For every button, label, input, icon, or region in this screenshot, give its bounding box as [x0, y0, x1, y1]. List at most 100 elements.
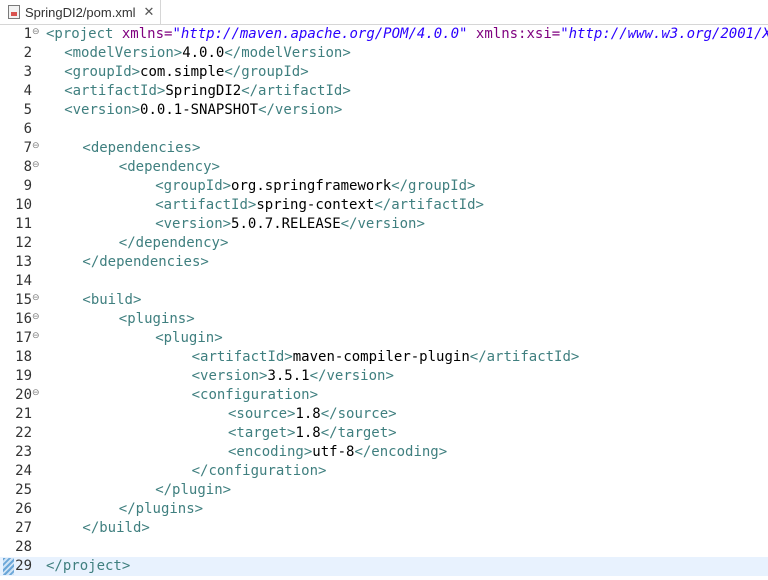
- code-line[interactable]: 15 ⊖ <build>: [0, 291, 768, 310]
- code-text: <build>: [82, 291, 141, 310]
- code-text: </plugin>: [155, 481, 231, 500]
- xml-tag: <artifactId>: [64, 83, 166, 99]
- code-line[interactable]: 5 <version>0.0.1-SNAPSHOT</version>: [0, 101, 768, 120]
- code-line[interactable]: 24 </configuration>: [0, 462, 768, 481]
- xml-tag: <version>: [155, 216, 232, 232]
- code-line[interactable]: 10 <artifactId>spring-context</artifactId…: [0, 196, 768, 215]
- xml-tag: <target>: [228, 425, 296, 441]
- code-line[interactable]: 6: [0, 120, 768, 139]
- fold-toggle-icon[interactable]: ⊖: [32, 387, 40, 399]
- code-text: </dependency>: [119, 234, 229, 253]
- xml-tag: </plugin>: [155, 482, 232, 498]
- code-line[interactable]: 25 </plugin>: [0, 481, 768, 500]
- code-text: <groupId>com.simple</groupId>: [64, 63, 308, 82]
- xml-tag: </encoding>: [354, 444, 448, 460]
- xml-text: 4.0.0: [182, 45, 225, 61]
- xml-tag: <configuration>: [191, 387, 319, 403]
- code-line[interactable]: 2 <modelVersion>4.0.0</modelVersion>: [0, 44, 768, 63]
- code-line[interactable]: 22 <target>1.8</target>: [0, 424, 768, 443]
- code-line[interactable]: 20 ⊖ <configuration>: [0, 386, 768, 405]
- code-line[interactable]: 4 <artifactId>SpringDI2</artifactId>: [0, 82, 768, 101]
- close-icon[interactable]: ✕: [144, 5, 155, 20]
- line-number: 20: [15, 387, 32, 403]
- code-line[interactable]: 3 <groupId>com.simple</groupId>: [0, 63, 768, 82]
- xml-source-editor[interactable]: 1 ⊖ <project xmlns="http://maven.apache.or…: [0, 25, 768, 580]
- xml-text: spring-context: [256, 197, 375, 213]
- fold-toggle-icon[interactable]: ⊖: [32, 292, 40, 304]
- code-line[interactable]: 1 ⊖ <project xmlns="http://maven.apache.or…: [0, 25, 768, 44]
- xml-text: SpringDI2: [165, 83, 242, 99]
- code-text: <modelVersion>4.0.0</modelVersion>: [64, 44, 351, 63]
- code-line[interactable]: 21 <source>1.8</source>: [0, 405, 768, 424]
- code-line[interactable]: 16 ⊖ <plugins>: [0, 310, 768, 329]
- xml-text: org.springframework: [231, 178, 392, 194]
- code-text: <plugin>: [155, 329, 222, 348]
- fold-toggle-icon[interactable]: ⊖: [32, 311, 40, 323]
- xml-tag: <groupId>: [64, 64, 141, 80]
- line-number: 28: [15, 539, 32, 555]
- code-line[interactable]: 28: [0, 538, 768, 557]
- code-line[interactable]: 11 <version>5.0.7.RELEASE</version>: [0, 215, 768, 234]
- fold-toggle-icon[interactable]: ⊖: [32, 330, 40, 342]
- line-number: 22: [15, 425, 32, 441]
- code-text: </configuration>: [192, 462, 327, 481]
- code-text: <version>3.5.1</version>: [192, 367, 394, 386]
- code-line[interactable]: 29 </project>: [0, 557, 768, 576]
- xml-tag: </groupId>: [391, 178, 476, 194]
- xml-text: [113, 26, 121, 42]
- code-line[interactable]: 13 </dependencies>: [0, 253, 768, 272]
- xml-tag: <groupId>: [155, 178, 232, 194]
- code-text: </build>: [82, 519, 149, 538]
- code-line[interactable]: 26 </plugins>: [0, 500, 768, 519]
- line-number: 4: [23, 83, 32, 99]
- xml-attribute: xmlns:xsi=: [475, 26, 561, 42]
- xml-tag: <build>: [82, 292, 142, 308]
- editor-tab-bar: SpringDI2/pom.xml ✕: [0, 0, 768, 25]
- xml-tag: <modelVersion>: [64, 45, 183, 61]
- tab-pom-xml[interactable]: SpringDI2/pom.xml ✕: [0, 0, 161, 24]
- xml-text: utf-8: [312, 444, 355, 460]
- line-number: 7: [23, 140, 32, 156]
- line-number: 16: [15, 311, 32, 327]
- code-line[interactable]: 12 </dependency>: [0, 234, 768, 253]
- xml-tag: <version>: [191, 368, 268, 384]
- code-line[interactable]: 27 </build>: [0, 519, 768, 538]
- line-number: 15: [15, 292, 32, 308]
- code-line[interactable]: 9 <groupId>org.springframework</groupId>: [0, 177, 768, 196]
- code-text: <configuration>: [192, 386, 318, 405]
- xml-text: maven-compiler-plugin: [292, 349, 470, 365]
- line-number: 6: [23, 121, 32, 137]
- xml-attribute-value: "http://www.w3.org/2001/XMLSchema-instan…: [560, 26, 768, 42]
- code-line[interactable]: 18 <artifactId>maven-compiler-plugin</art…: [0, 348, 768, 367]
- line-number: 19: [15, 368, 32, 384]
- line-number: 10: [15, 197, 32, 213]
- code-line[interactable]: 17 ⊖ <plugin>: [0, 329, 768, 348]
- xml-tag: </target>: [320, 425, 397, 441]
- code-line[interactable]: 7 ⊖ <dependencies>: [0, 139, 768, 158]
- xml-tag: <dependencies>: [82, 140, 201, 156]
- line-number: 27: [15, 520, 32, 536]
- xml-tag: </source>: [320, 406, 397, 422]
- code-line[interactable]: 23 <encoding>utf-8</encoding>: [0, 443, 768, 462]
- tab-label: SpringDI2/pom.xml: [25, 4, 136, 20]
- code-line[interactable]: 19 <version>3.5.1</version>: [0, 367, 768, 386]
- code-line[interactable]: 8 ⊖ <dependency>: [0, 158, 768, 177]
- xml-file-icon: [8, 5, 20, 19]
- code-text: </plugins>: [119, 500, 203, 519]
- fold-toggle-icon[interactable]: ⊖: [32, 140, 40, 152]
- xml-tag: </artifactId>: [374, 197, 484, 213]
- line-number: 5: [23, 102, 32, 118]
- xml-tag: </groupId>: [224, 64, 309, 80]
- fold-toggle-icon[interactable]: ⊖: [32, 26, 40, 38]
- code-text: <artifactId>maven-compiler-plugin</artif…: [192, 348, 580, 367]
- xml-tag: <artifactId>: [155, 197, 257, 213]
- line-number: 25: [15, 482, 32, 498]
- xml-tag: </artifactId>: [241, 83, 351, 99]
- code-line[interactable]: 14: [0, 272, 768, 291]
- line-number: 24: [15, 463, 32, 479]
- xml-tag: </build>: [82, 520, 150, 536]
- xml-tag: <version>: [64, 102, 141, 118]
- xml-tag: <plugins>: [118, 311, 195, 327]
- line-number: 26: [15, 501, 32, 517]
- fold-toggle-icon[interactable]: ⊖: [32, 159, 40, 171]
